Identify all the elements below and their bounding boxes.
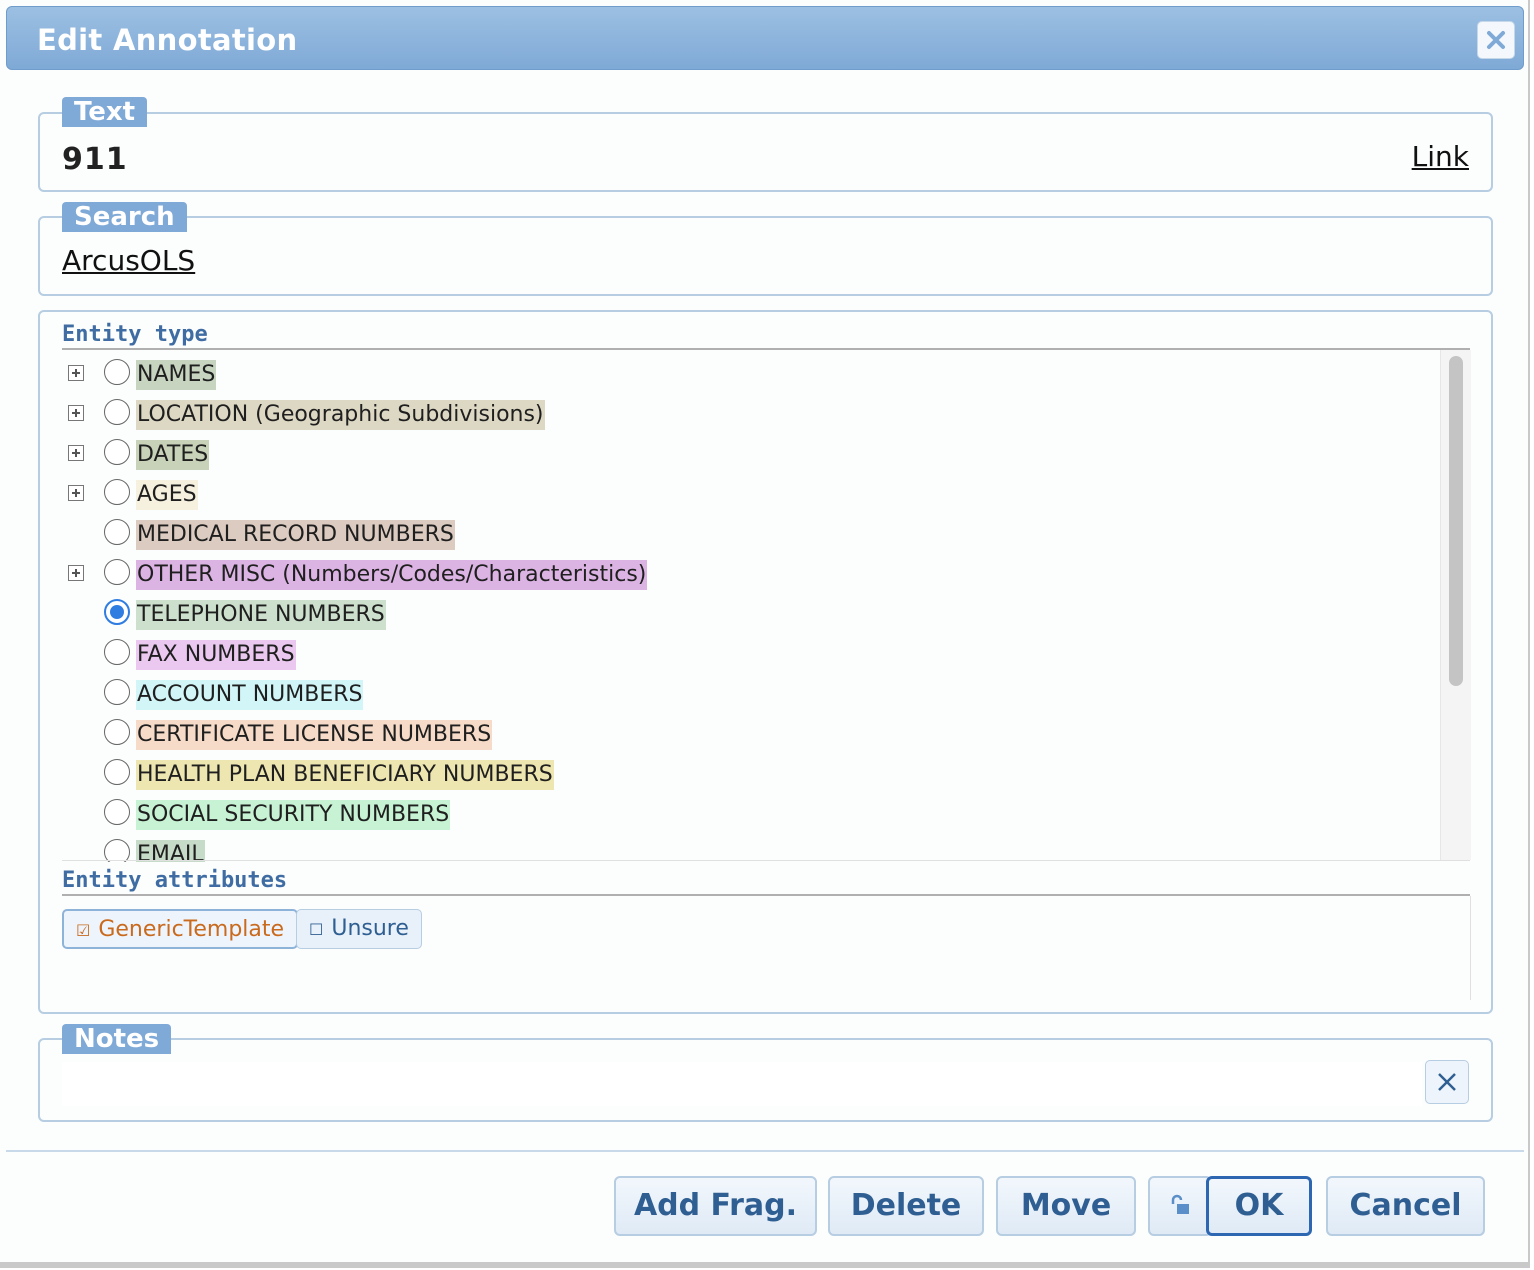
lock-icon: [1171, 1194, 1189, 1214]
entity-type-location[interactable]: LOCATION (Geographic Subdivisions): [62, 392, 1432, 432]
entity-type-list[interactable]: NAMES LOCATION (Geographic Subdivisions)…: [62, 350, 1470, 862]
footer-divider: [6, 1150, 1524, 1152]
entity-attributes-divider: [62, 894, 1470, 896]
radio-social-security-numbers[interactable]: [104, 799, 130, 825]
entity-type-dates[interactable]: DATES: [62, 432, 1432, 472]
radio-fax-numbers[interactable]: [104, 639, 130, 665]
text-link[interactable]: Link: [1412, 140, 1469, 173]
entity-type-label-certificate-license-numbers[interactable]: CERTIFICATE LICENSE NUMBERS: [136, 720, 493, 750]
entity-section: Entity type NAMES LOCATION (Geographic S…: [38, 310, 1493, 1014]
expand-icon[interactable]: [68, 365, 84, 381]
radio-health-plan-beneficiary-numbers[interactable]: [104, 759, 130, 785]
radio-certificate-license-numbers[interactable]: [104, 719, 130, 745]
attribute-label: GenericTemplate: [98, 917, 285, 942]
search-link-arcusols[interactable]: ArcusOLS: [62, 244, 195, 277]
entity-type-account-numbers[interactable]: ACCOUNT NUMBERS: [62, 672, 1432, 712]
delete-button[interactable]: Delete: [828, 1176, 984, 1236]
dialog-close-button[interactable]: [1477, 21, 1515, 59]
text-legend: Text: [62, 97, 148, 127]
entity-type-label-social-security-numbers[interactable]: SOCIAL SECURITY NUMBERS: [136, 800, 451, 830]
entity-type-scrollbar[interactable]: [1440, 350, 1471, 860]
scrollbar-thumb[interactable]: [1449, 356, 1463, 686]
edit-annotation-dialog: Edit Annotation 911 Link Text ArcusOLS S…: [0, 0, 1530, 1268]
entity-type-label-ages[interactable]: AGES: [136, 480, 198, 510]
entity-type-label-health-plan-beneficiary-numbers[interactable]: HEALTH PLAN BENEFICIARY NUMBERS: [136, 760, 554, 790]
entity-type-fax-numbers[interactable]: FAX NUMBERS: [62, 632, 1432, 672]
attribute-generictemplate-toggle[interactable]: ☑ GenericTemplate: [62, 909, 299, 949]
entity-type-label-account-numbers[interactable]: ACCOUNT NUMBERS: [136, 680, 364, 710]
radio-ages[interactable]: [104, 479, 130, 505]
text-section: 911 Link: [38, 112, 1493, 192]
entity-type-names[interactable]: NAMES: [62, 352, 1432, 392]
entity-attributes-label: Entity attributes: [62, 868, 288, 893]
checkbox-checked-icon: ☑: [76, 921, 91, 940]
close-icon: [1487, 31, 1505, 49]
entity-type-label-dates[interactable]: DATES: [136, 440, 210, 470]
radio-dates[interactable]: [104, 439, 130, 465]
entity-type-label-telephone-numbers[interactable]: TELEPHONE NUMBERS: [136, 600, 386, 630]
entity-type-ages[interactable]: AGES: [62, 472, 1432, 512]
ok-button[interactable]: OK: [1206, 1176, 1312, 1236]
notes-section: [38, 1038, 1493, 1122]
entity-type-label-medical-record-numbers[interactable]: MEDICAL RECORD NUMBERS: [136, 520, 455, 550]
entity-type-telephone-numbers[interactable]: TELEPHONE NUMBERS: [62, 592, 1432, 632]
cancel-button[interactable]: Cancel: [1326, 1176, 1485, 1236]
entity-type-label-email[interactable]: EMAIL: [136, 840, 205, 862]
attributes-edge: [1470, 896, 1471, 1000]
entity-type-health-plan-beneficiary-numbers[interactable]: HEALTH PLAN BENEFICIARY NUMBERS: [62, 752, 1432, 792]
expand-icon[interactable]: [68, 565, 84, 581]
annotation-text-value: 911: [62, 142, 128, 177]
entity-type-label-names[interactable]: NAMES: [136, 360, 217, 390]
radio-names[interactable]: [104, 359, 130, 385]
radio-account-numbers[interactable]: [104, 679, 130, 705]
entity-type-other-misc[interactable]: OTHER MISC (Numbers/Codes/Characteristic…: [62, 552, 1432, 592]
attribute-unsure-toggle[interactable]: ☐ Unsure: [296, 909, 422, 949]
entity-type-medical-record-numbers[interactable]: MEDICAL RECORD NUMBERS: [62, 512, 1432, 552]
entity-type-label-location[interactable]: LOCATION (Geographic Subdivisions): [136, 400, 545, 430]
search-legend: Search: [62, 202, 187, 232]
move-button[interactable]: Move: [996, 1176, 1136, 1236]
attribute-label: Unsure: [331, 916, 409, 941]
expand-icon[interactable]: [68, 445, 84, 461]
radio-telephone-numbers[interactable]: [104, 599, 130, 625]
notes-input[interactable]: [62, 1062, 1422, 1106]
entity-type-label: Entity type: [62, 322, 208, 347]
add-frag-button[interactable]: Add Frag.: [614, 1176, 817, 1236]
checkbox-unchecked-icon: ☐: [309, 920, 324, 939]
entity-type-label-other-misc[interactable]: OTHER MISC (Numbers/Codes/Characteristic…: [136, 560, 648, 590]
radio-location[interactable]: [104, 399, 130, 425]
expand-icon[interactable]: [68, 485, 84, 501]
lock-button[interactable]: [1148, 1176, 1212, 1236]
close-icon: [1438, 1073, 1456, 1091]
radio-medical-record-numbers[interactable]: [104, 519, 130, 545]
dialog-titlebar[interactable]: Edit Annotation: [6, 6, 1524, 70]
notes-clear-button[interactable]: [1425, 1060, 1469, 1104]
entity-type-email[interactable]: EMAIL: [62, 832, 1432, 862]
notes-legend: Notes: [62, 1024, 172, 1054]
entity-list-bottom-divider: [62, 860, 1470, 861]
radio-other-misc[interactable]: [104, 559, 130, 585]
expand-icon[interactable]: [68, 405, 84, 421]
radio-email[interactable]: [104, 839, 130, 862]
entity-type-certificate-license-numbers[interactable]: CERTIFICATE LICENSE NUMBERS: [62, 712, 1432, 752]
entity-type-label-fax-numbers[interactable]: FAX NUMBERS: [136, 640, 296, 670]
entity-type-social-security-numbers[interactable]: SOCIAL SECURITY NUMBERS: [62, 792, 1432, 832]
search-section: ArcusOLS: [38, 216, 1493, 296]
dialog-title: Edit Annotation: [37, 23, 298, 57]
